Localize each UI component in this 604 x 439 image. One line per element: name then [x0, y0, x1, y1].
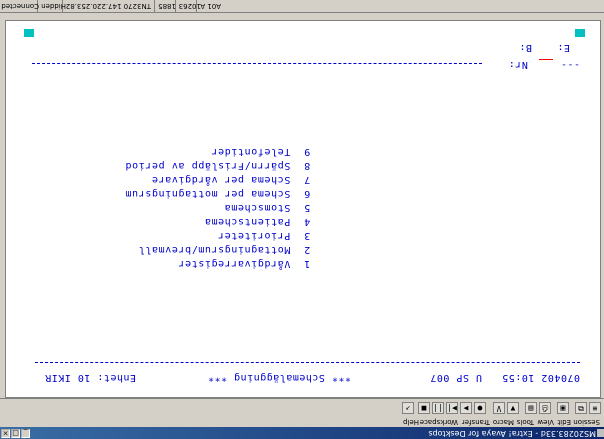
- toolbar-print-button[interactable]: ⎙: [539, 402, 551, 414]
- nr-field: --- Nr:: [508, 59, 580, 70]
- maximize-button[interactable]: □: [11, 429, 20, 438]
- menu-bar: Session Edit View Tools Macro Transfer W…: [0, 416, 604, 427]
- datetime-field: 070402 10:55: [501, 372, 580, 383]
- toolbar-session-button[interactable]: ≡: [589, 402, 601, 414]
- toolbar-pause-button[interactable]: ||: [432, 402, 444, 414]
- menu-edit[interactable]: Edit: [557, 416, 571, 427]
- toolbar-screen-button[interactable]: ▣: [557, 402, 569, 414]
- menu-help[interactable]: Help: [403, 416, 419, 427]
- screen-code: U SP 007: [429, 372, 482, 383]
- terminal-status-icon: [24, 29, 34, 37]
- toolbar-verify-button[interactable]: V: [493, 402, 505, 414]
- toolbar-record-button[interactable]: ●: [474, 402, 486, 414]
- menu-workspace[interactable]: Workspace: [420, 416, 458, 427]
- status-session: 10263: [174, 0, 204, 12]
- menu-item[interactable]: 9 Telefontider: [211, 135, 350, 168]
- app-icon: [597, 429, 604, 437]
- e-field: E:: [556, 42, 570, 53]
- menu-view[interactable]: View: [537, 416, 554, 427]
- toolbar-dropdown-button[interactable]: ▼: [507, 402, 519, 414]
- minimize-button[interactable]: _: [21, 429, 30, 438]
- toolbar-step-button[interactable]: ▶|: [446, 402, 458, 414]
- screen-title: *** Schemaläggning ***: [207, 372, 351, 383]
- toolbar-cursor-button[interactable]: ↗: [402, 402, 414, 414]
- footer-divider: [35, 362, 580, 363]
- header-divider: [32, 63, 482, 64]
- terminal-logo-icon: [575, 29, 585, 37]
- status-connected: Connected: [0, 0, 42, 12]
- menu-macro[interactable]: Macro: [493, 416, 514, 427]
- toolbar-stop-button[interactable]: ■: [418, 402, 430, 414]
- toolbar-play-button[interactable]: ▶: [460, 402, 472, 414]
- menu-transfer[interactable]: Transfer: [462, 416, 490, 427]
- title-bar: MS20283.33d - Extra! Avaya for Desktops …: [0, 427, 604, 439]
- window-title: MS20283.33d - Extra! Avaya for Desktops: [428, 429, 596, 438]
- menu-session[interactable]: Session: [573, 416, 600, 427]
- toolbar: ≡ ⧉ ▣ ⎙ ▤ ▼ V ● ▶ ▶| || ■ ↗: [0, 398, 604, 416]
- status-host: TN3270 147.220.253.82: [61, 0, 154, 12]
- toolbar-options-button[interactable]: ▤: [525, 402, 537, 414]
- close-button[interactable]: ×: [1, 429, 10, 438]
- terminal-screen[interactable]: 070402 10:55 U SP 007 *** Schemaläggning…: [5, 20, 601, 398]
- nr-input-cursor[interactable]: [539, 59, 553, 60]
- menu-tools[interactable]: Tools: [517, 416, 534, 427]
- toolbar-copy-button[interactable]: ⧉: [575, 402, 587, 414]
- unit-field: Enhet: 10 IKIR: [44, 372, 136, 383]
- status-port: 1885: [154, 0, 179, 12]
- b-field: B:: [518, 42, 532, 53]
- emulator-window: MS20283.33d - Extra! Avaya for Desktops …: [0, 0, 604, 439]
- status-bar: A01 A 10263 1885 TN3270 147.220.253.82 H…: [0, 0, 604, 13]
